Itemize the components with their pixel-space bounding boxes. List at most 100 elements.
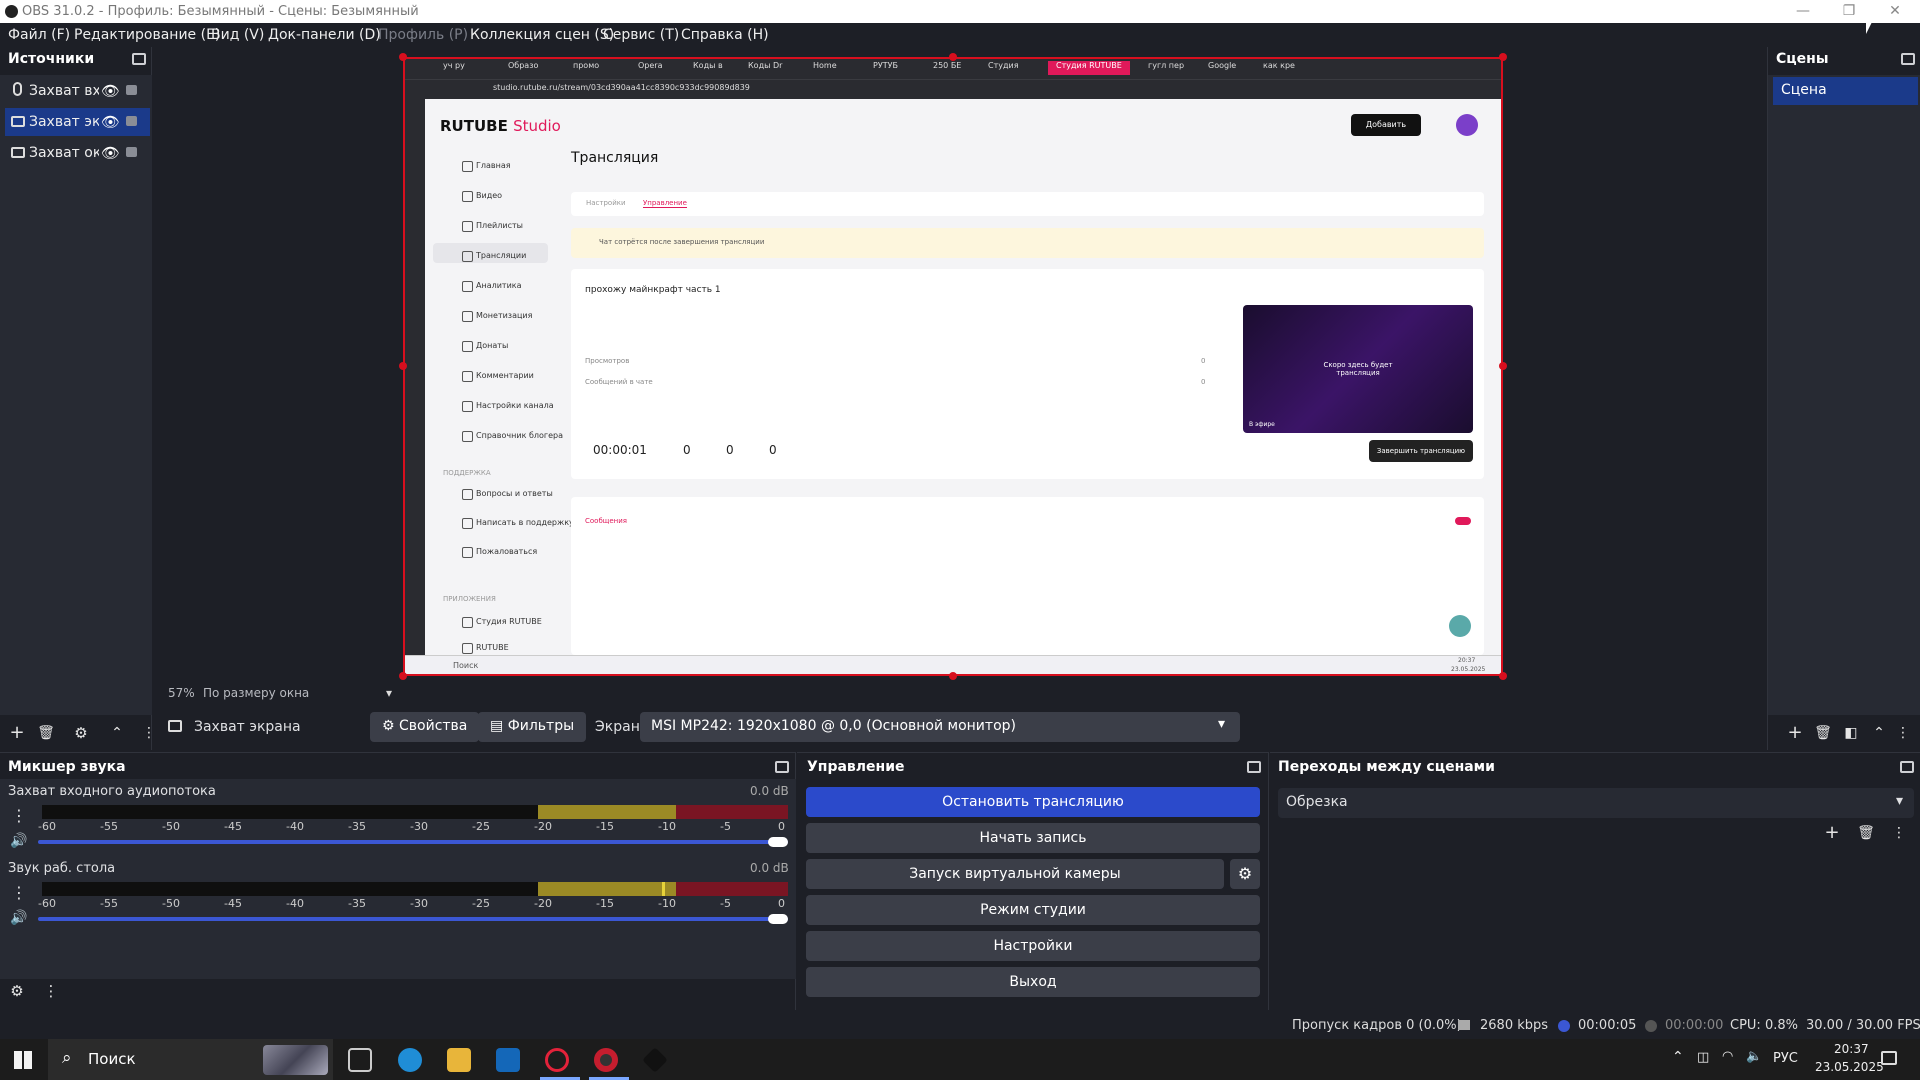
source-item[interactable]: Захват экр 👁	[5, 108, 150, 136]
screen-select[interactable]: MSI MP242: 1920x1080 @ 0,0 (Основной мон…	[640, 712, 1240, 742]
channel-db: 0.0 dB	[750, 784, 789, 798]
resize-handle[interactable]	[1499, 362, 1507, 370]
wifi-icon[interactable]: ◠	[1722, 1049, 1733, 1064]
eye-icon[interactable]: 👁	[101, 113, 120, 131]
move-up-icon[interactable]: ⌃	[1868, 722, 1890, 744]
obs-taskbar-icon[interactable]	[594, 1048, 618, 1072]
source-item[interactable]: Захват окн 👁	[5, 139, 150, 167]
speaker-icon[interactable]: 🔊	[10, 833, 27, 849]
resize-handle[interactable]	[1499, 53, 1507, 61]
properties-button[interactable]: ⚙ Свойства	[370, 712, 480, 742]
minimize-button[interactable]: —	[1780, 0, 1826, 23]
app-icon[interactable]	[642, 1047, 668, 1073]
undock-icon[interactable]	[132, 53, 146, 65]
close-button[interactable]: ✕	[1872, 0, 1918, 23]
add-icon[interactable]: +	[1784, 722, 1806, 744]
eye-icon[interactable]: 👁	[101, 82, 120, 100]
streaming-icon	[1558, 1020, 1570, 1032]
volume-icon[interactable]: 🔈	[1746, 1049, 1762, 1064]
undock-icon[interactable]	[775, 761, 789, 773]
settings-button[interactable]: Настройки	[806, 931, 1260, 961]
gear-icon[interactable]: ⚙	[70, 722, 92, 744]
resize-handle[interactable]	[399, 53, 407, 61]
tick-label: -35	[348, 897, 366, 910]
taskbar-date[interactable]: 23.05.2025	[1815, 1060, 1884, 1074]
transitions-dock: Переходы между сценами Обрезка ▾ + 🗑 ⋮	[1270, 752, 1920, 1010]
volume-slider-knob[interactable]	[768, 837, 788, 847]
file-explorer-icon[interactable]	[447, 1048, 471, 1072]
undock-icon[interactable]	[1247, 761, 1261, 773]
undock-icon[interactable]	[1900, 761, 1914, 773]
search-highlight-image	[263, 1045, 328, 1075]
volume-slider[interactable]	[38, 840, 788, 844]
trash-icon[interactable]: 🗑	[1812, 722, 1834, 744]
resize-handle[interactable]	[399, 362, 407, 370]
stop-streaming-button[interactable]: Остановить трансляцию	[806, 787, 1260, 817]
outlook-icon[interactable]	[496, 1048, 520, 1072]
volume-slider[interactable]	[38, 917, 788, 921]
zoom-mode[interactable]: По размеру окна	[203, 686, 309, 700]
menu-file[interactable]: Файл (F)	[8, 27, 70, 43]
filters-button[interactable]: ▤ Фильтры	[478, 712, 587, 742]
trash-icon[interactable]: 🗑	[35, 722, 57, 744]
lock-icon[interactable]	[126, 147, 137, 157]
volume-slider-knob[interactable]	[768, 914, 788, 924]
add-icon[interactable]: +	[1821, 822, 1843, 844]
menu-docks[interactable]: Док-панели (D)	[268, 27, 381, 43]
lock-icon[interactable]	[126, 85, 137, 95]
trash-icon[interactable]: 🗑	[1855, 822, 1877, 844]
move-up-icon[interactable]: ⌃	[106, 722, 128, 744]
notification-icon[interactable]	[1881, 1051, 1897, 1065]
more-icon[interactable]: ⋮	[11, 806, 27, 825]
volume-meter	[42, 882, 788, 896]
chevron-up-icon[interactable]: ⌃	[1672, 1049, 1684, 1065]
more-icon[interactable]: ⋮	[1888, 822, 1910, 844]
undock-icon[interactable]	[1901, 53, 1915, 65]
opera-icon[interactable]	[545, 1048, 569, 1072]
language-indicator[interactable]: РУС	[1773, 1051, 1798, 1066]
more-icon[interactable]: ⋮	[1892, 722, 1914, 744]
more-icon[interactable]: ⋮	[40, 980, 62, 1002]
transition-select[interactable]: Обрезка ▾	[1278, 788, 1914, 818]
source-item[interactable]: Захват вхо 👁	[5, 77, 150, 105]
taskbar-time[interactable]: 20:37	[1834, 1042, 1869, 1056]
more-icon[interactable]: ⋮	[11, 883, 27, 902]
network-icon	[1458, 1020, 1470, 1030]
resize-handle[interactable]	[399, 672, 407, 680]
chevron-down-icon[interactable]: ▾	[386, 686, 392, 700]
windows-start-icon[interactable]	[14, 1051, 32, 1069]
task-view-icon[interactable]	[348, 1048, 372, 1072]
start-recording-button[interactable]: Начать запись	[806, 823, 1260, 853]
resize-handle[interactable]	[1499, 672, 1507, 680]
more-icon[interactable]: ⋮	[138, 722, 160, 744]
recording-time: 00:00:00	[1665, 1018, 1724, 1033]
meet-now-icon[interactable]: ◫	[1697, 1050, 1709, 1065]
screen-label: Экран	[595, 719, 640, 735]
taskbar-search[interactable]: ⌕ Поиск	[48, 1039, 333, 1080]
studio-mode-button[interactable]: Режим студии	[806, 895, 1260, 925]
menu-edit[interactable]: Редактирование (E)	[74, 27, 220, 43]
volume-meter	[42, 805, 788, 819]
filter-icon[interactable]: ◧	[1840, 722, 1862, 744]
speaker-icon[interactable]: 🔊	[10, 910, 27, 926]
start-virtual-camera-button[interactable]: Запуск виртуальной камеры	[806, 859, 1224, 889]
eye-icon[interactable]: 👁	[101, 144, 120, 162]
exit-button[interactable]: Выход	[806, 967, 1260, 997]
menu-scene-collection[interactable]: Коллекция сцен (S)	[470, 27, 614, 43]
scene-item[interactable]: Сцена	[1773, 77, 1918, 105]
menu-view[interactable]: Вид (V)	[211, 27, 264, 43]
virtual-camera-gear-icon[interactable]: ⚙	[1230, 859, 1260, 889]
advanced-audio-gear-icon[interactable]: ⚙	[6, 980, 28, 1002]
selection-box[interactable]	[403, 57, 1503, 676]
edge-icon[interactable]	[398, 1048, 422, 1072]
lock-icon[interactable]	[126, 116, 137, 126]
menu-profile[interactable]: Профиль (P)	[378, 27, 468, 43]
menu-tools[interactable]: Сервис (T)	[603, 27, 679, 43]
resize-handle[interactable]	[949, 53, 957, 61]
resize-handle[interactable]	[949, 672, 957, 680]
menu-help[interactable]: Справка (H)	[681, 27, 769, 43]
add-icon[interactable]: +	[6, 722, 28, 744]
gear-icon: ⚙	[382, 718, 395, 734]
tick-label: -25	[472, 820, 490, 833]
windows-taskbar: ⌕ Поиск ⌃ ◫ ◠ 🔈 РУС 20:37 23.05.2025	[0, 1039, 1920, 1080]
